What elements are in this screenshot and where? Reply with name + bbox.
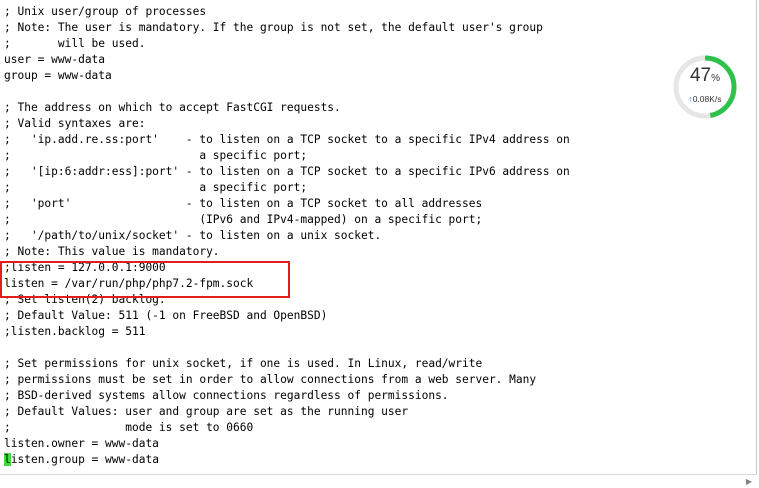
gauge-percent-value: 47 (689, 65, 712, 86)
editor-line: ; Default Value: 511 (-1 on FreeBSD and … (4, 309, 328, 322)
network-speed-gauge[interactable]: 47% ↑0.08K/s (672, 54, 738, 120)
editor-line-listen-commented: ;listen = 127.0.0.1:9000 (4, 261, 166, 274)
scroll-right-arrow-icon[interactable]: ▶ (743, 475, 755, 488)
editor-line: ;listen.backlog = 511 (4, 325, 146, 338)
gauge-speed-value: 0.08K/s (692, 94, 722, 104)
gauge-percent-symbol: % (711, 73, 721, 84)
text-cursor[interactable]: l (4, 453, 11, 466)
editor-line: ; will be used. (4, 37, 146, 50)
editor-line-listen-socket: listen = /var/run/php/php7.2-fpm.sock (4, 277, 254, 290)
editor-line: ; '/path/to/unix/socket' - to listen on … (4, 229, 382, 242)
editor-line: ; mode is set to 0660 (4, 421, 254, 434)
gauge-ring (673, 55, 737, 119)
horizontal-scrollbar[interactable]: ▶ (0, 474, 757, 488)
editor-line: ; (IPv6 and IPv4-mapped) on a specific p… (4, 213, 483, 226)
gauge-speed: ↑0.08K/s (672, 94, 738, 104)
editor-line: listen.owner = www-data (4, 437, 159, 450)
editor-line: ; Set listen(2) backlog. (4, 293, 166, 306)
editor-text-area[interactable]: ; Unix user/group of processes ; Note: Th… (4, 4, 570, 468)
editor-line: ; Note: This value is mandatory. (4, 245, 220, 258)
editor-line: user = www-data (4, 53, 106, 66)
current-line-text: isten.group = www-data (10, 453, 159, 466)
gauge-percent: 47% (672, 65, 738, 87)
editor-line: ; 'ip.add.re.ss:port' - to listen on a T… (4, 133, 570, 146)
editor-line: group = www-data (4, 69, 112, 82)
editor-line: ; a specific port; (4, 149, 308, 162)
editor-line: ; permissions must be set in order to al… (4, 373, 537, 386)
editor-line: ; Valid syntaxes are: (4, 117, 146, 130)
editor-line: ; Default Values: user and group are set… (4, 405, 409, 418)
text-editor[interactable]: ; Unix user/group of processes ; Note: Th… (0, 0, 757, 488)
editor-line: ; Set permissions for unix socket, if on… (4, 357, 483, 370)
editor-line: ; Unix user/group of processes (4, 5, 207, 18)
editor-line: ; a specific port; (4, 181, 308, 194)
editor-line: ; BSD-derived systems allow connections … (4, 389, 449, 402)
editor-line: ; The address on which to accept FastCGI… (4, 101, 341, 114)
editor-line: ; '[ip:6:addr:ess]:port' - to listen on … (4, 165, 570, 178)
editor-line: ; Note: The user is mandatory. If the gr… (4, 21, 543, 34)
editor-line-current: listen.group = www-data (4, 452, 570, 468)
editor-line: ; 'port' - to listen on a TCP socket to … (4, 197, 483, 210)
